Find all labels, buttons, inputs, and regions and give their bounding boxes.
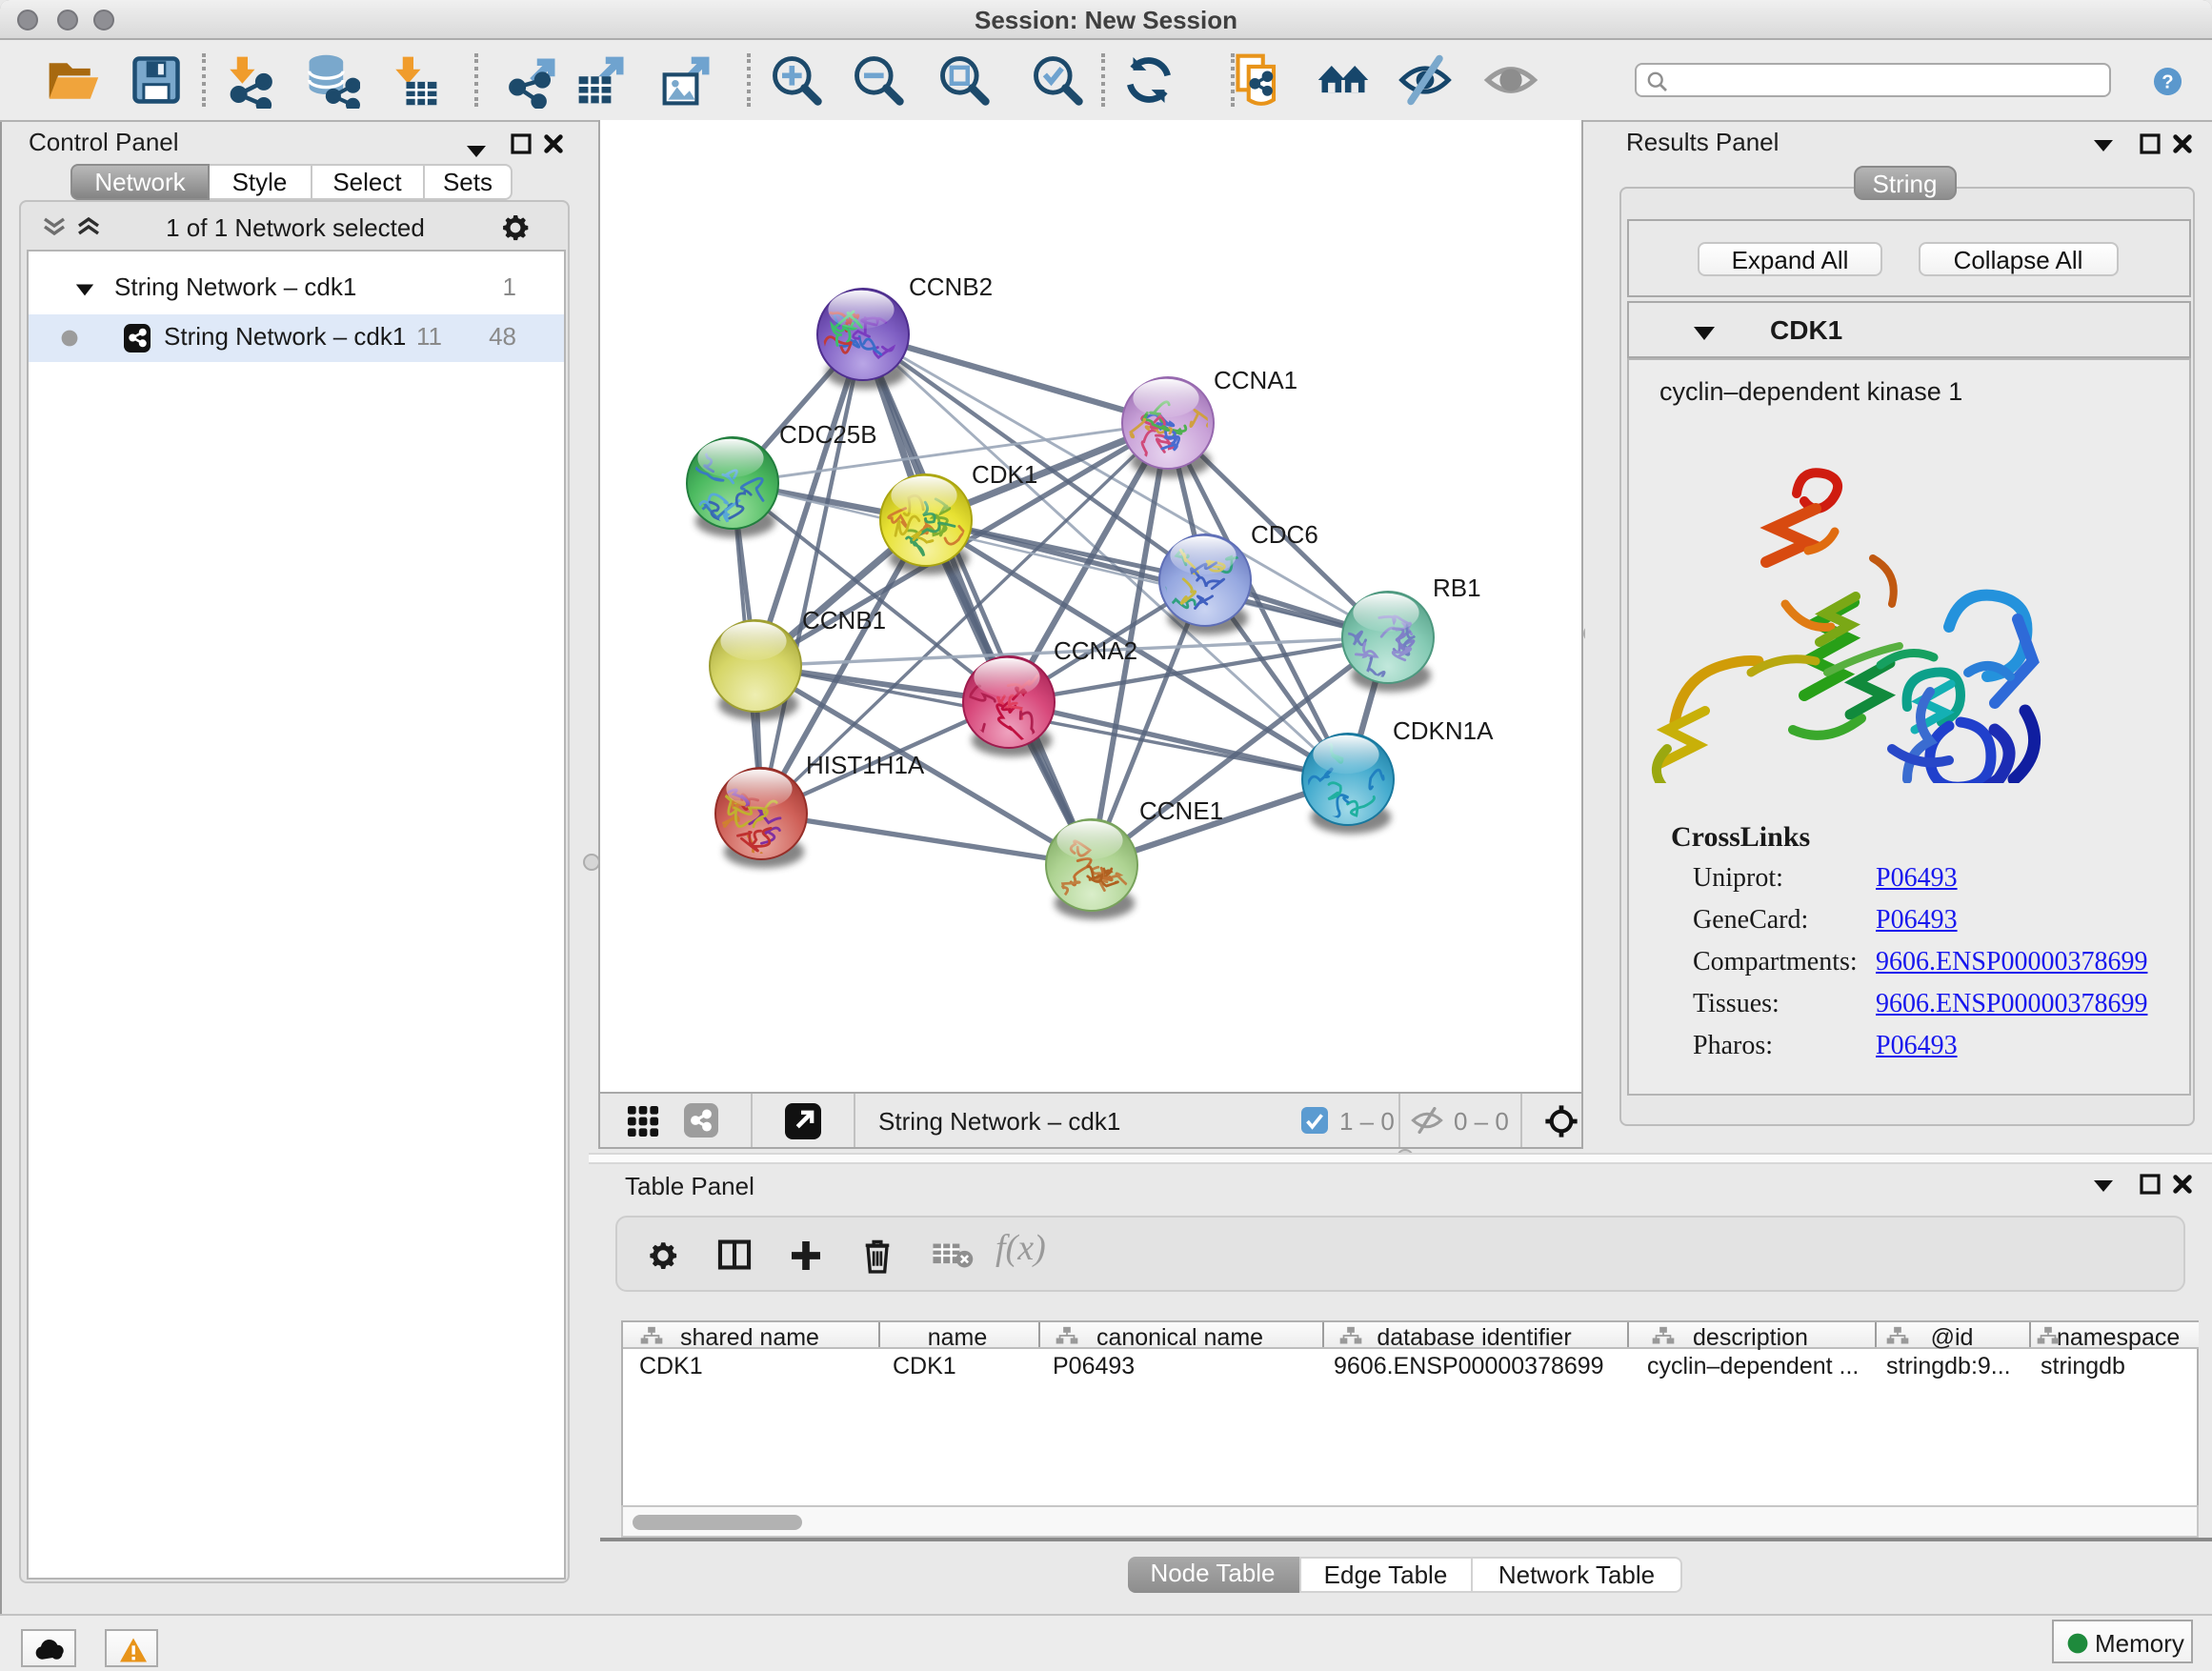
- svg-text:CDC25B: CDC25B: [779, 419, 877, 448]
- svg-text:CCNB2: CCNB2: [909, 272, 993, 300]
- svg-text:CDK1: CDK1: [972, 459, 1037, 488]
- svg-text:?: ?: [2161, 70, 2172, 91]
- svg-text:CDKN1A: CDKN1A: [1393, 715, 1494, 744]
- svg-text:HIST1H1A: HIST1H1A: [806, 750, 925, 778]
- svg-text:CCNE1: CCNE1: [1139, 795, 1223, 824]
- svg-text:RB1: RB1: [1433, 573, 1481, 601]
- svg-text:CDC6: CDC6: [1251, 519, 1318, 548]
- svg-text:CCNA2: CCNA2: [1054, 635, 1137, 664]
- svg-text:CCNB1: CCNB1: [802, 605, 886, 634]
- svg-text:CCNA1: CCNA1: [1214, 365, 1297, 393]
